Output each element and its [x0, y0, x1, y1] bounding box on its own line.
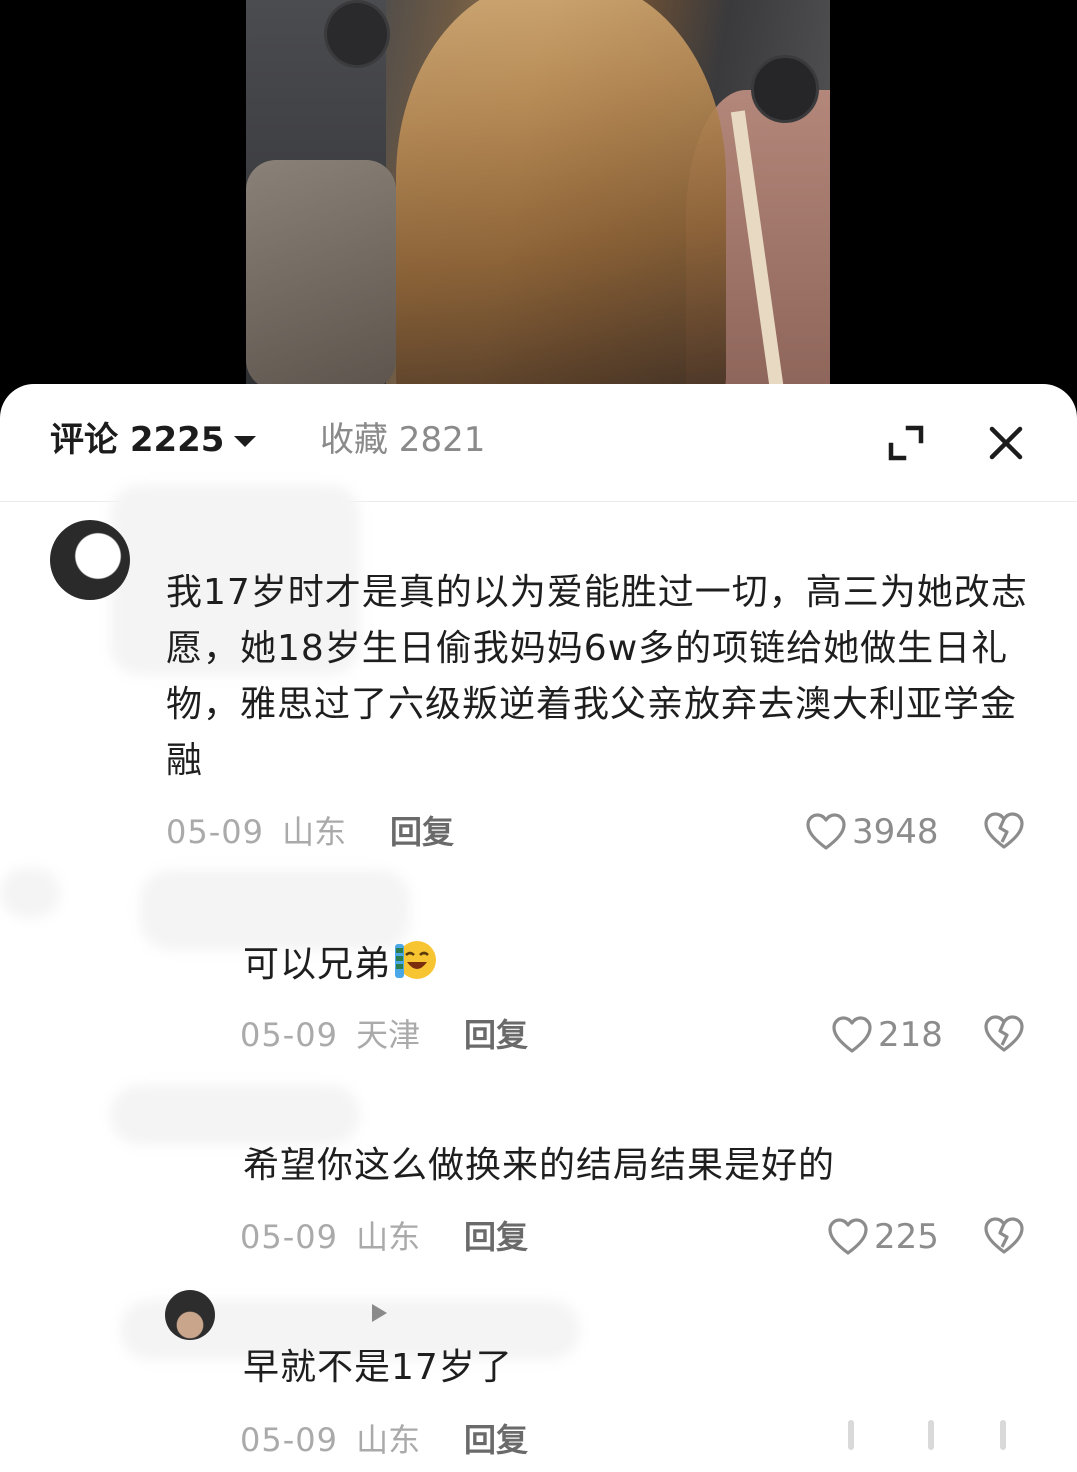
like-count: 3948	[852, 812, 939, 852]
like-count: 218	[878, 1015, 943, 1055]
comment-date: 05-09	[240, 1421, 338, 1459]
comment-date: 05-09	[240, 1218, 338, 1256]
reply-arrow-icon	[372, 1304, 387, 1322]
reply-comment-text: 希望你这么做换来的结局结果是好的	[243, 1145, 836, 1186]
reply-button[interactable]: 回复	[464, 1015, 528, 1055]
comment-meta: 05-09 天津	[240, 1015, 420, 1055]
comment-meta: 05-09 山东	[240, 1217, 420, 1257]
broken-heart-icon[interactable]	[984, 1015, 1024, 1055]
nav-indicator	[1000, 1420, 1006, 1450]
comment-location: 天津	[356, 1016, 421, 1054]
heart-icon	[828, 1218, 868, 1255]
comment-meta: 05-09 山东	[166, 812, 346, 852]
reply-button[interactable]: 回复	[390, 812, 454, 852]
tab-favorites[interactable]: 收藏 2821	[320, 420, 485, 460]
video-scene-mirror	[324, 0, 390, 68]
nav-indicator	[928, 1420, 934, 1450]
like-button[interactable]: 225	[828, 1217, 939, 1257]
comment-meta: 05-09 山东	[240, 1420, 420, 1460]
comment-date: 05-09	[240, 1016, 338, 1054]
caret-down-icon	[234, 436, 257, 447]
broken-heart-icon[interactable]	[984, 812, 1024, 852]
like-count: 225	[874, 1217, 939, 1257]
broken-heart-icon[interactable]	[984, 1217, 1024, 1257]
redacted-patch	[110, 1085, 360, 1145]
video-scene-mirror-right	[751, 55, 819, 123]
close-icon[interactable]	[986, 423, 1026, 463]
comment-date: 05-09	[166, 813, 264, 851]
nav-indicator	[848, 1420, 854, 1450]
reply-button[interactable]: 回复	[464, 1420, 528, 1460]
heart-icon	[806, 813, 846, 850]
heart-icon	[832, 1016, 872, 1053]
app-screen: 评论 2225 收藏 2821 我17岁时才是真的以为爱能胜过一切，高三为她改志…	[0, 0, 1077, 1472]
reply-button[interactable]: 回复	[464, 1217, 528, 1257]
like-button[interactable]: 3948	[806, 812, 939, 852]
like-button[interactable]: 218	[832, 1015, 943, 1055]
comment-location: 山东	[356, 1421, 421, 1459]
comment-location: 山东	[356, 1218, 421, 1256]
video-scene-bag	[246, 160, 396, 390]
comment-location: 山东	[282, 813, 347, 851]
redacted-patch	[0, 868, 60, 918]
tab-comments-label: 评论 2225	[50, 420, 225, 460]
laughing-crying-emoji-icon	[395, 941, 437, 979]
tab-comments[interactable]: 评论 2225	[50, 420, 257, 460]
video-scene-hair	[396, 0, 726, 400]
reply-comment-text: 可以兄弟	[243, 937, 437, 993]
reply-comment-text: 早就不是17岁了	[243, 1347, 513, 1388]
reply-comment-body: 可以兄弟	[243, 944, 392, 985]
tab-favorites-label: 收藏 2821	[320, 420, 486, 460]
avatar[interactable]	[165, 1290, 215, 1340]
video-player[interactable]	[246, 0, 830, 400]
comment-text: 我17岁时才是真的以为爱能胜过一切，高三为她改志愿，她18岁生日偷我妈妈6w多的…	[166, 572, 1028, 781]
expand-icon[interactable]	[886, 423, 926, 463]
avatar[interactable]	[50, 520, 130, 600]
